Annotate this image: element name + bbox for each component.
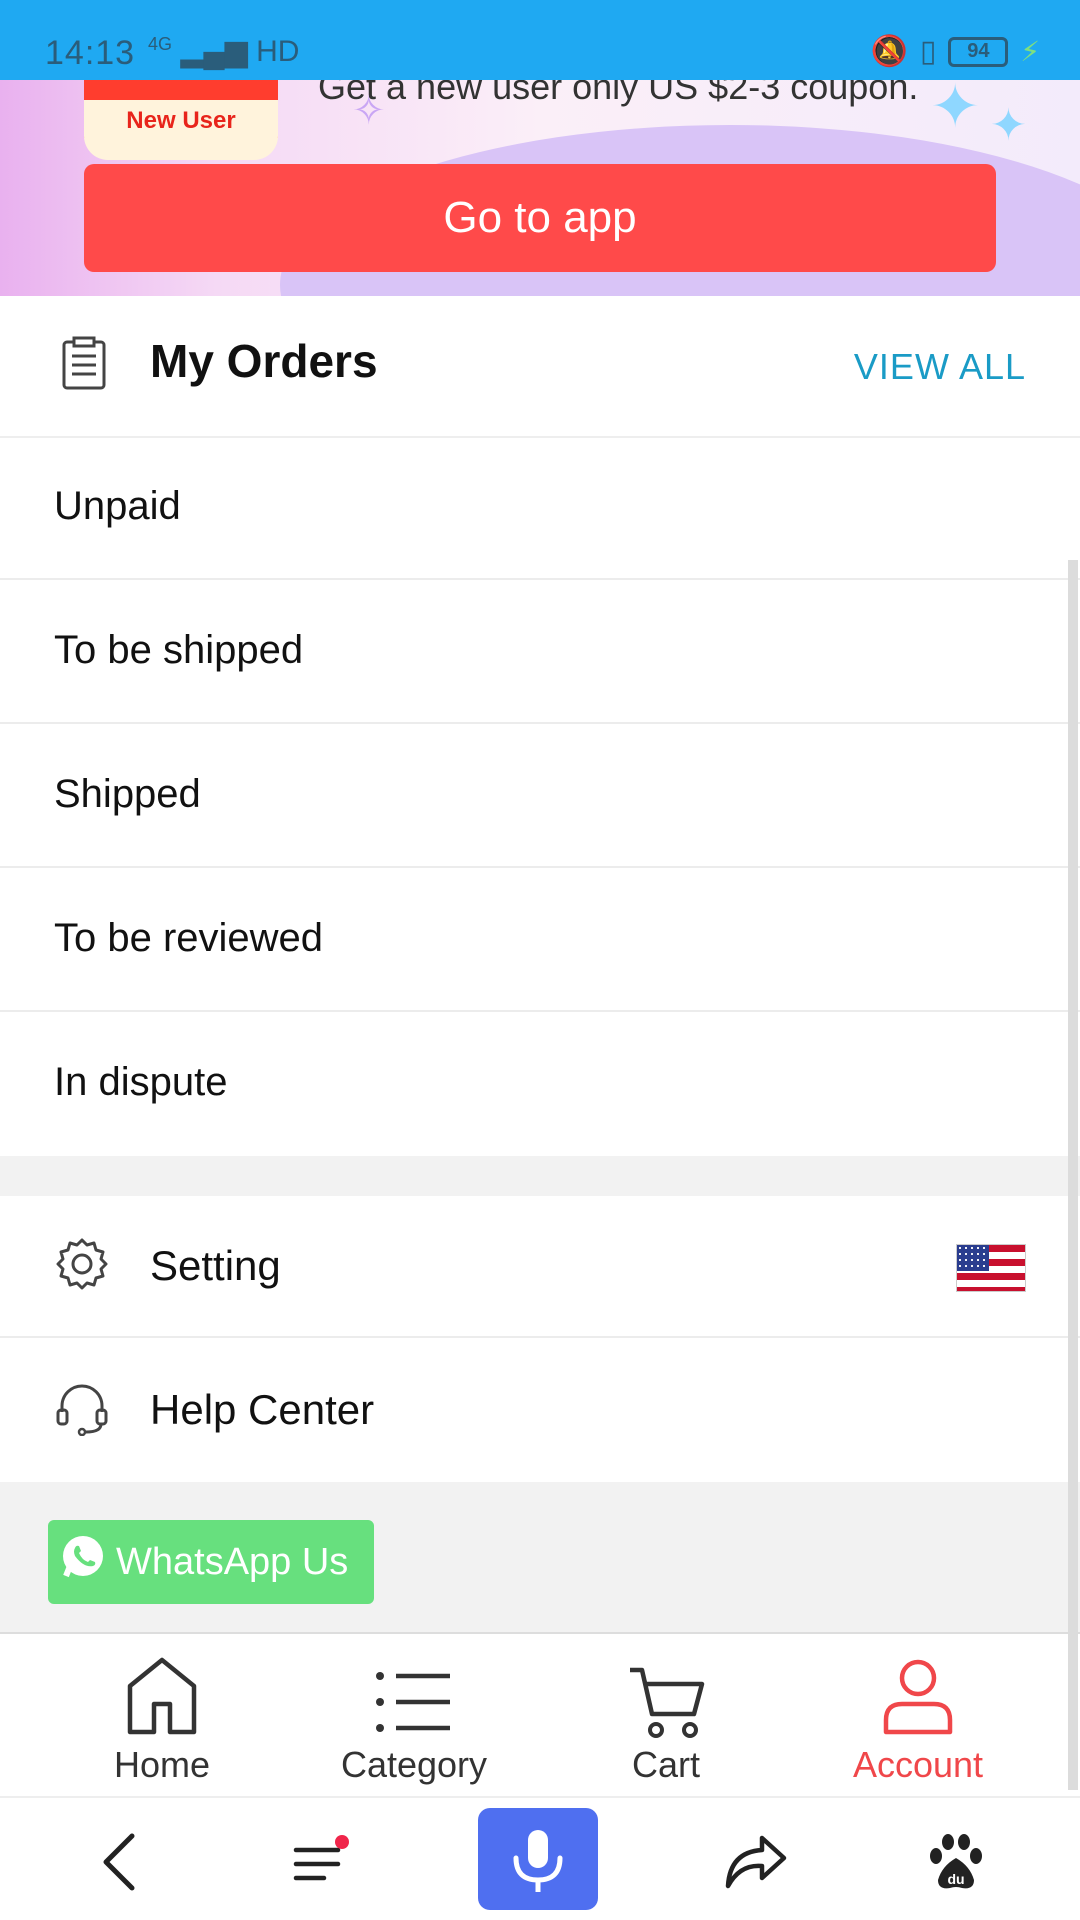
status-right: 🔕 ▯ 94 ⚡ xyxy=(870,34,1040,69)
order-status-shipped[interactable]: Shipped xyxy=(0,726,1080,868)
tab-label: Cart xyxy=(631,1744,700,1785)
tab-account[interactable]: Account xyxy=(818,1634,1018,1798)
view-all-link[interactable]: VIEW ALL xyxy=(854,346,1026,388)
sparkle-icon: ✧ xyxy=(352,89,386,133)
share-icon xyxy=(725,1835,787,1889)
order-status-label: In dispute xyxy=(54,1060,228,1104)
tab-category[interactable]: Category xyxy=(314,1634,514,1798)
go-to-app-button[interactable]: Go to app xyxy=(84,164,996,272)
tab-label: Account xyxy=(852,1744,984,1785)
new-user-label: New User xyxy=(126,107,236,134)
account-icon xyxy=(883,1659,953,1735)
baidu-button[interactable]: du xyxy=(906,1812,1006,1912)
voice-search-button[interactable] xyxy=(478,1808,598,1910)
menu-icon xyxy=(293,1835,349,1881)
order-status-to-be-shipped[interactable]: To be shipped xyxy=(0,582,1080,724)
page-scrollbar[interactable] xyxy=(1068,560,1078,1790)
us-flag-icon[interactable] xyxy=(956,1244,1026,1292)
battery-icon: 94 xyxy=(948,36,1009,67)
section-divider xyxy=(0,1156,1080,1196)
whatsapp-button[interactable]: WhatsApp Us xyxy=(48,1520,374,1604)
tab-home[interactable]: Home xyxy=(62,1634,262,1798)
sparkle-icon: ✦ xyxy=(990,101,1027,150)
order-status-label: Unpaid xyxy=(54,484,181,528)
order-status-to-be-reviewed[interactable]: To be reviewed xyxy=(0,870,1080,1012)
setting-label: Setting xyxy=(150,1242,281,1289)
baidu-paw-icon: du xyxy=(930,1834,982,1889)
charging-icon: ⚡ xyxy=(1020,36,1040,67)
setting-row[interactable]: Setting xyxy=(0,1196,1080,1338)
headset-icon xyxy=(54,1380,110,1441)
gear-icon xyxy=(54,1236,110,1297)
browser-toolbar: du xyxy=(0,1796,1080,1920)
bottom-tab-bar: Home Category Cart Account xyxy=(0,1632,1080,1796)
tab-cart[interactable]: Cart xyxy=(566,1634,766,1798)
app-banner: New User Get a new user only US $2-3 cou… xyxy=(0,80,1080,296)
order-status-label: To be shipped xyxy=(54,628,304,672)
orders-header: My Orders VIEW ALL xyxy=(0,296,1080,438)
tab-label: Category xyxy=(340,1744,488,1785)
status-bar: 14:13 4G ▂▄▆ HD 🔕 ▯ 94 ⚡ xyxy=(0,0,1080,80)
vibrate-icon: ▯ xyxy=(919,35,937,68)
svg-text:du: du xyxy=(947,1871,964,1887)
whatsapp-label: WhatsApp Us xyxy=(116,1540,349,1583)
mute-icon: 🔕 xyxy=(870,35,908,68)
order-status-unpaid[interactable]: Unpaid xyxy=(0,438,1080,580)
order-status-label: To be reviewed xyxy=(54,916,324,960)
menu-button[interactable] xyxy=(272,1812,372,1912)
help-center-label: Help Center xyxy=(150,1386,375,1433)
help-center-row[interactable]: Help Center xyxy=(0,1340,1080,1482)
contact-section: WhatsApp Us xyxy=(0,1482,1080,1632)
home-icon xyxy=(127,1657,197,1735)
status-time: 14:13 xyxy=(45,34,136,72)
whatsapp-icon xyxy=(58,1532,108,1592)
order-status-in-dispute[interactable]: In dispute xyxy=(0,1014,1080,1156)
my-orders-title: My Orders xyxy=(150,335,378,387)
cart-icon xyxy=(630,1667,705,1738)
order-status-label: Shipped xyxy=(54,772,201,816)
category-icon xyxy=(376,1672,450,1732)
sparkle-icon: ✦ xyxy=(930,80,981,140)
share-button[interactable] xyxy=(706,1812,806,1912)
microphone-icon xyxy=(513,1830,563,1892)
promo-text: Get a new user only US $2-3 coupon. xyxy=(318,80,919,107)
back-arrow-icon xyxy=(103,1833,135,1891)
clipboard-icon xyxy=(62,336,106,395)
network-indicator: 4G ▂▄▆ HD xyxy=(148,34,300,68)
back-button[interactable] xyxy=(70,1812,170,1912)
tab-label: Home xyxy=(113,1744,211,1785)
